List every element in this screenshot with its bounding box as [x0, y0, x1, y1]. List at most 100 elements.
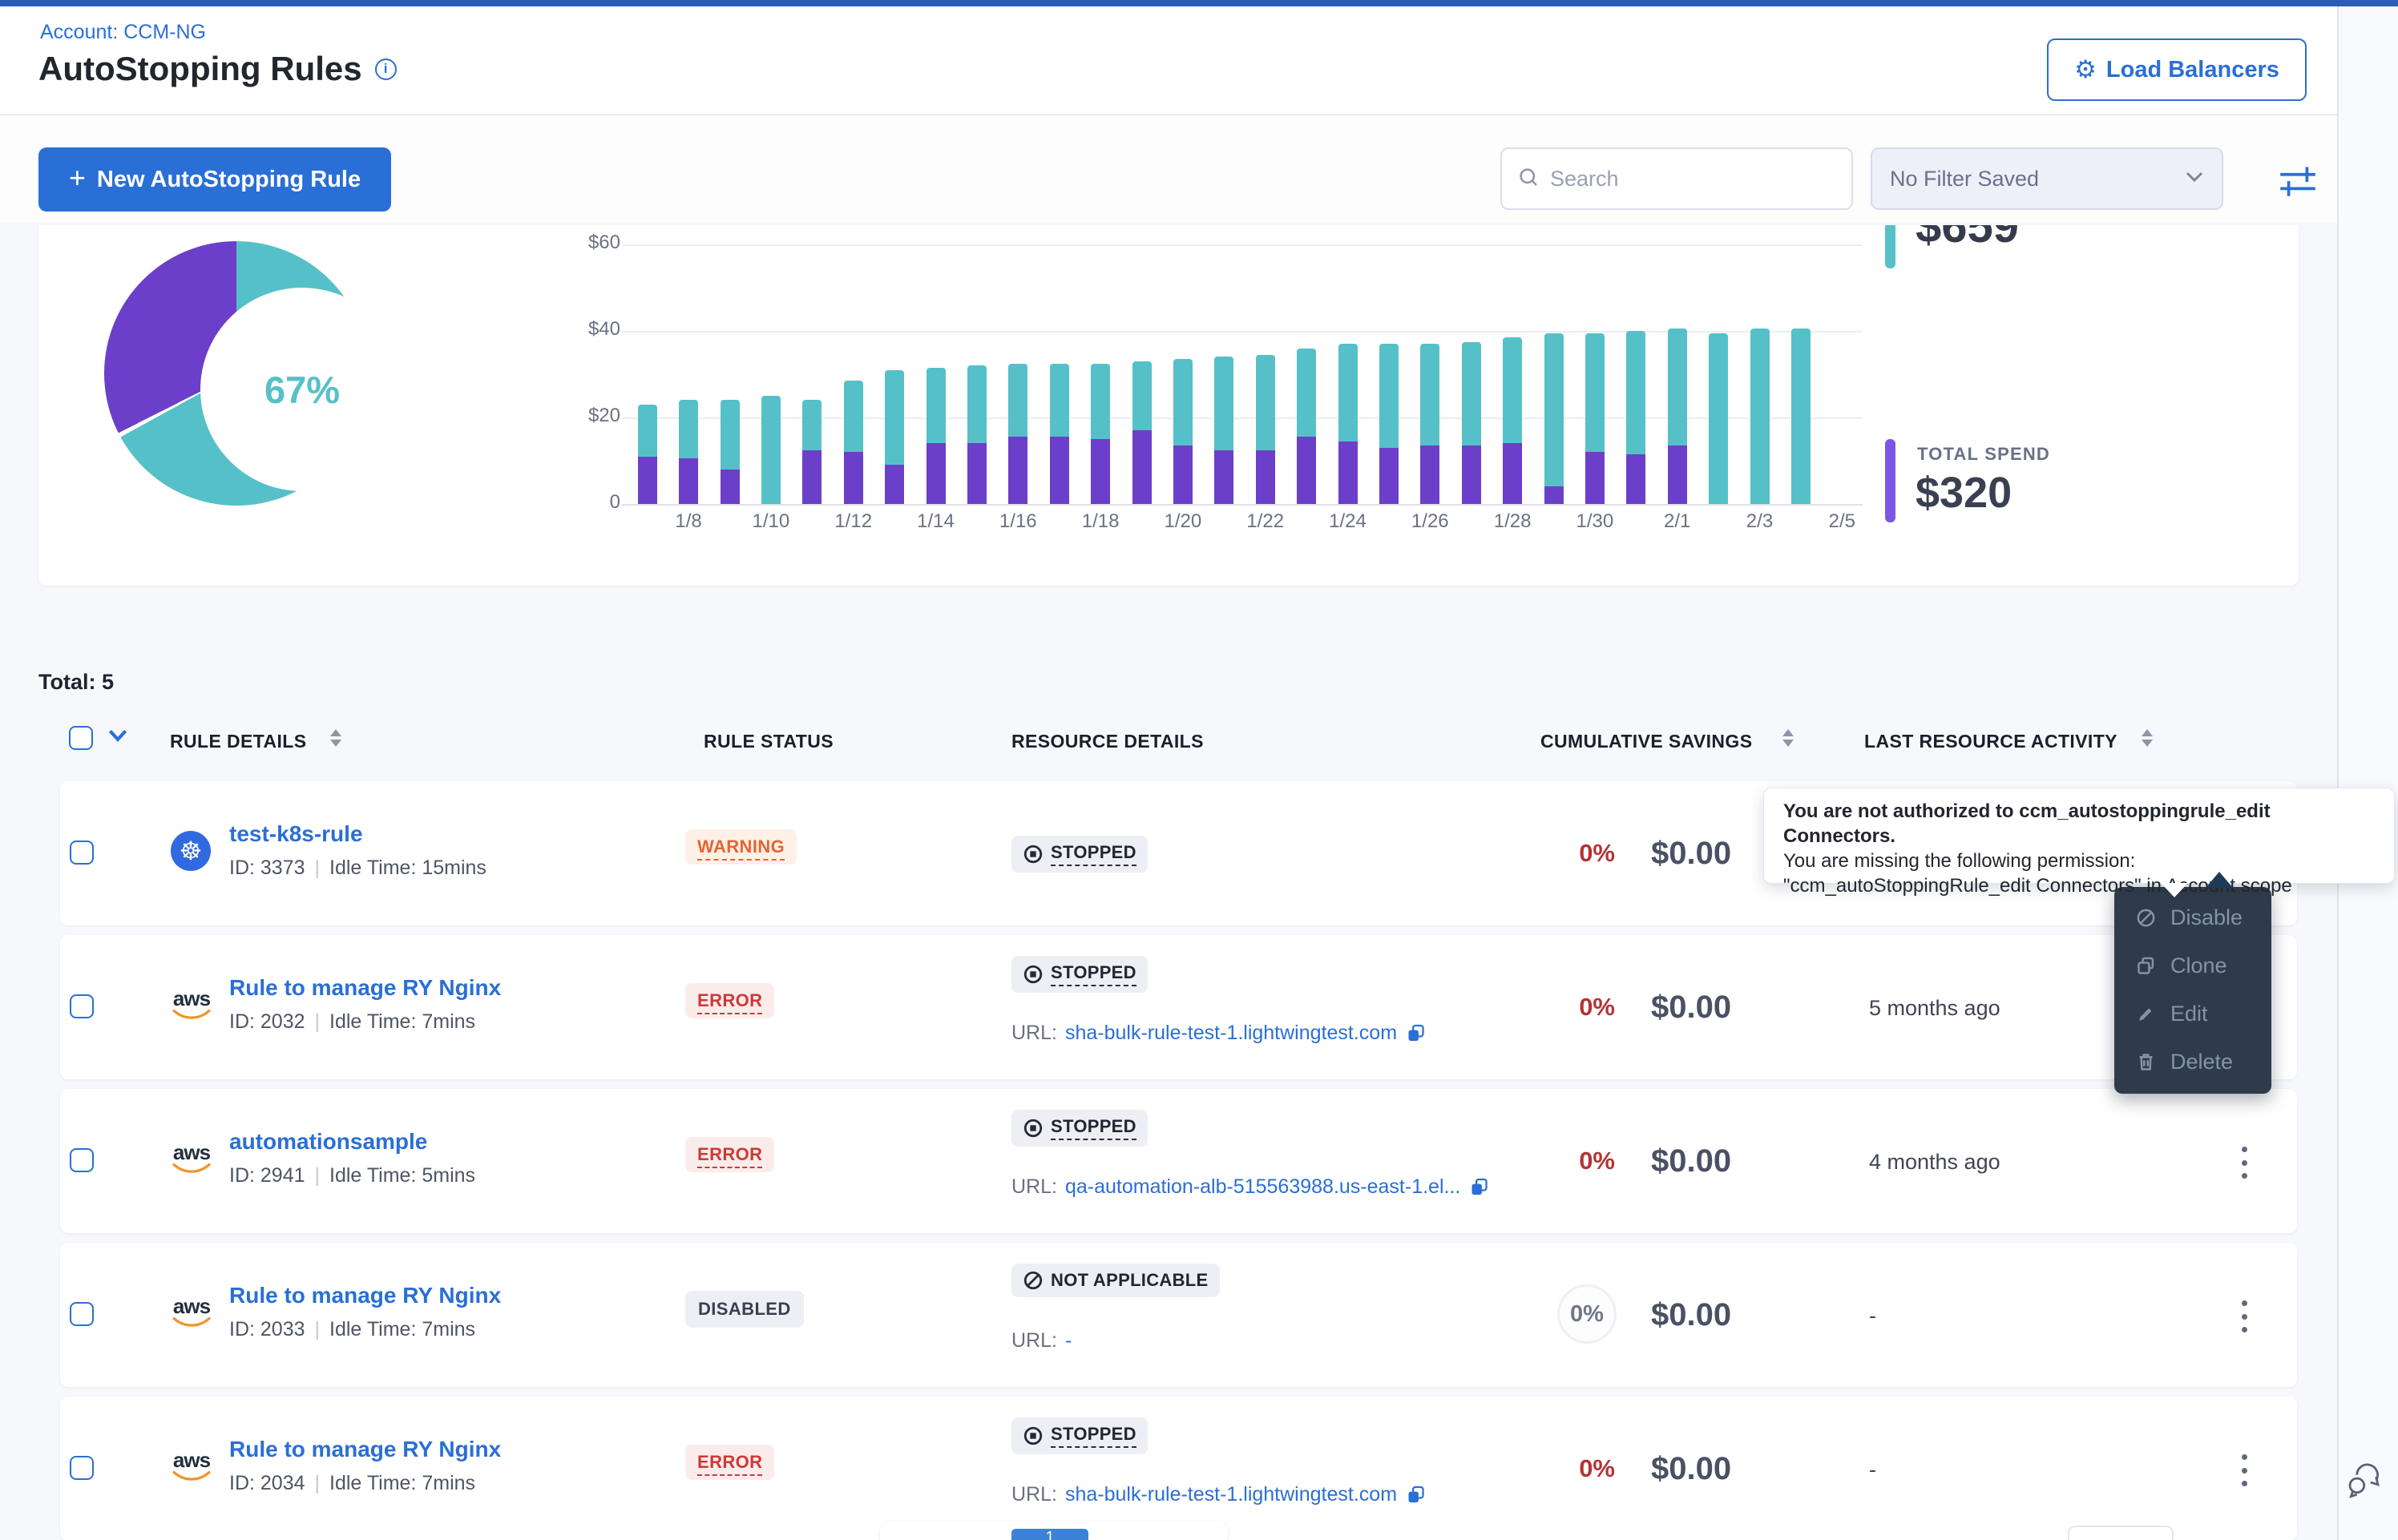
status-text: ERROR — [697, 990, 762, 1014]
rule-status-badge: ERROR — [685, 983, 774, 1018]
info-icon[interactable]: i — [375, 58, 397, 80]
savings-segment — [844, 381, 863, 452]
row-checkbox[interactable] — [70, 1302, 94, 1326]
load-balancers-button[interactable]: ⚙ Load Balancers — [2047, 38, 2307, 101]
bar-1/16 — [1008, 364, 1027, 504]
rule-id: ID: 2032 — [229, 1010, 305, 1033]
resource-url-link[interactable]: sha-bulk-rule-test-1.lightwingtest.com — [1065, 1483, 1397, 1506]
row-menu-kebab-icon[interactable] — [2228, 1453, 2260, 1488]
resource-url-link[interactable]: - — [1065, 1329, 1072, 1353]
col-rule-details[interactable]: RULE DETAILS — [170, 731, 306, 752]
menu-item-clone[interactable]: Clone — [2114, 941, 2271, 990]
rule-id-idle: ID: 2941|Idle Time: 5mins — [229, 1164, 475, 1187]
savings-segment — [1297, 349, 1316, 437]
row-checkbox[interactable] — [70, 841, 94, 865]
rule-status-badge: WARNING — [685, 829, 797, 865]
rule-name-link[interactable]: Rule to manage RY Nginx — [229, 975, 501, 1001]
stopped-icon — [1023, 1118, 1044, 1139]
sort-icon[interactable] — [2142, 729, 2153, 747]
menu-item-disable[interactable]: Disable — [2114, 893, 2271, 941]
kubernetes-icon: ☸ — [171, 831, 211, 871]
col-last-resource-activity[interactable]: LAST RESOURCE ACTIVITY — [1864, 731, 2117, 752]
gridline-0 — [622, 504, 1863, 506]
total-savings-swatch — [1885, 225, 1895, 268]
resource-state-badge: NOT APPLICABLE — [1011, 1264, 1220, 1297]
spend-segment — [1297, 437, 1316, 504]
copy-icon[interactable] — [1405, 1484, 1427, 1506]
x-tick-label: 1/12 — [833, 510, 874, 533]
dot — [2242, 1147, 2247, 1152]
divider: | — [315, 1164, 321, 1187]
spend-segment — [926, 443, 946, 504]
bar-1/12 — [844, 381, 863, 504]
stacked-bar-chart — [627, 244, 1863, 504]
savings-segment — [885, 370, 904, 466]
url-label: URL: — [1011, 1175, 1057, 1199]
row-checkbox[interactable] — [70, 994, 94, 1018]
page-size-select[interactable] — [2068, 1526, 2174, 1540]
resource-url-link[interactable]: qa-automation-alb-515563988.us-east-1.el… — [1065, 1175, 1460, 1199]
resource-url-link[interactable]: sha-bulk-rule-test-1.lightwingtest.com — [1065, 1022, 1397, 1045]
rule-name-link[interactable]: Rule to manage RY Nginx — [229, 1437, 501, 1462]
status-text: WARNING — [697, 837, 785, 861]
stopped-icon — [1023, 844, 1044, 865]
copy-icon[interactable] — [1405, 1022, 1427, 1044]
search-input[interactable] — [1550, 167, 1823, 191]
y-tick: 0 — [551, 491, 620, 514]
resource-state-badge: STOPPED — [1011, 1417, 1148, 1454]
row-menu-kebab-icon[interactable] — [2228, 1145, 2260, 1180]
x-tick-label: 1/30 — [1574, 510, 1615, 533]
spend-segment — [1544, 486, 1564, 504]
page-header: Account: CCM-NG AutoStopping Rules i ⚙ L… — [0, 6, 2337, 114]
row-checkbox[interactable] — [70, 1456, 94, 1480]
rule-idle-time: Idle Time: 5mins — [329, 1164, 475, 1187]
col-resource-details[interactable]: RESOURCE DETAILS — [1011, 731, 1204, 752]
url-label: URL: — [1011, 1329, 1057, 1353]
resource-state-badge: STOPPED — [1011, 1110, 1148, 1147]
donut-hole: 67% — [200, 288, 404, 491]
x-tick-label: 2/1 — [1657, 510, 1698, 533]
disable-icon — [2135, 907, 2157, 929]
filter-sliders-icon[interactable] — [2276, 159, 2319, 202]
bar-2/3 — [1750, 329, 1770, 504]
select-menu-chevron-icon[interactable] — [107, 729, 128, 746]
spend-segment — [1420, 445, 1439, 504]
rule-idle-time: Idle Time: 7mins — [329, 1010, 475, 1033]
sort-icon[interactable] — [1782, 729, 1794, 747]
tooltip-caret — [2161, 883, 2188, 897]
breadcrumb-account[interactable]: Account: CCM-NG — [40, 21, 206, 44]
bar-1/8 — [679, 400, 698, 504]
aws-icon: aws — [169, 988, 214, 1023]
savings-amount: $0.00 — [1651, 1297, 1731, 1333]
spend-segment — [1091, 439, 1110, 504]
help-chat-icon[interactable] — [2342, 1458, 2387, 1503]
bar-1/17 — [1050, 364, 1069, 504]
menu-item-delete[interactable]: Delete — [2114, 1038, 2271, 1086]
url-label: URL: — [1011, 1483, 1057, 1506]
menu-item-edit[interactable]: Edit — [2114, 990, 2271, 1038]
aws-icon: aws — [169, 1449, 214, 1485]
new-autostopping-rule-button[interactable]: + New AutoStopping Rule — [38, 147, 391, 212]
chevron-down-icon — [2185, 171, 2204, 187]
rule-name-link[interactable]: test-k8s-rule — [229, 821, 363, 847]
x-tick-label: 1/14 — [915, 510, 956, 533]
last-activity: 5 months ago — [1869, 996, 2000, 1021]
savings-percent: 0% — [1479, 1454, 1615, 1483]
copy-icon[interactable] — [1468, 1176, 1490, 1198]
pagination-current-page[interactable]: 1 — [1011, 1529, 1088, 1540]
row-menu-kebab-icon[interactable] — [2228, 1299, 2260, 1334]
col-cumulative-savings[interactable]: CUMULATIVE SAVINGS — [1540, 731, 1752, 752]
col-rule-status[interactable]: RULE STATUS — [704, 731, 834, 752]
sort-icon[interactable] — [330, 729, 341, 747]
rule-name-link[interactable]: Rule to manage RY Nginx — [229, 1283, 501, 1308]
resource-state-badge: STOPPED — [1011, 956, 1148, 993]
rule-name-link[interactable]: automationsample — [229, 1129, 427, 1155]
select-all-checkbox[interactable] — [69, 726, 93, 750]
savings-segment — [1709, 333, 1728, 504]
row-checkbox[interactable] — [70, 1148, 94, 1172]
rule-id: ID: 3373 — [229, 857, 305, 879]
last-activity: 4 months ago — [1869, 1150, 2000, 1175]
rule-status-badge: ERROR — [685, 1137, 774, 1172]
saved-filter-select[interactable]: No Filter Saved — [1871, 147, 2223, 210]
savings-segment — [1132, 361, 1152, 430]
